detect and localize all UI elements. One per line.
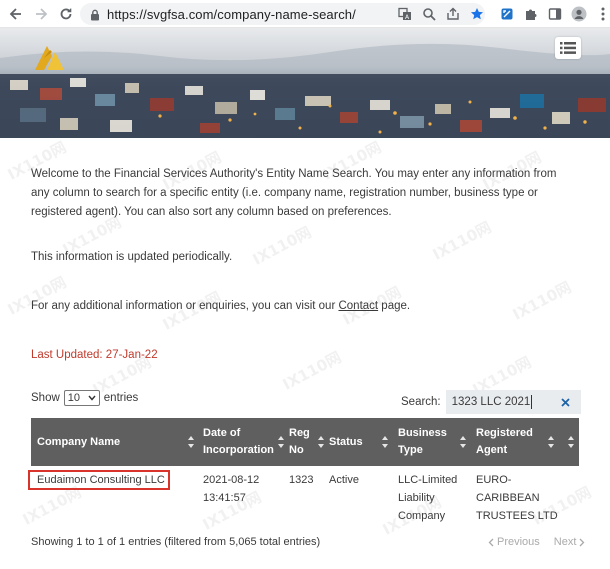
search-input-value: 1323 LLC 2021 bbox=[451, 396, 531, 408]
translate-icon[interactable]: A bbox=[396, 5, 414, 23]
highlight-box bbox=[28, 470, 170, 490]
text-caret bbox=[531, 395, 533, 409]
kebab-menu-icon[interactable] bbox=[594, 5, 610, 23]
watermark: IX110网 bbox=[509, 278, 575, 324]
bookmark-star-icon[interactable] bbox=[468, 5, 486, 23]
forward-arrow-icon[interactable] bbox=[31, 4, 51, 24]
entries-label: entries bbox=[103, 392, 139, 404]
sort-icon[interactable] bbox=[459, 435, 467, 449]
sort-icon[interactable] bbox=[567, 435, 575, 449]
column-header-registered-agent[interactable]: Registered Agent bbox=[476, 418, 546, 466]
sort-icon[interactable] bbox=[381, 435, 389, 449]
back-arrow-icon[interactable] bbox=[6, 4, 26, 24]
cell-business-type-line: Liability bbox=[398, 492, 435, 504]
sort-icon[interactable] bbox=[187, 435, 195, 449]
entries-select[interactable]: 10 bbox=[63, 390, 100, 406]
update-notice: This information is updated periodically… bbox=[31, 251, 233, 263]
hamburger-icon bbox=[560, 42, 576, 54]
chevron-down-icon bbox=[88, 395, 96, 401]
hamburger-menu-button[interactable] bbox=[555, 37, 581, 59]
browser-toolbar: https://svgfsa.com/company-name-search/ … bbox=[0, 0, 610, 28]
column-header-label: Date of Incorporation bbox=[203, 427, 274, 456]
cell-date-line-2: 13:41:57 bbox=[203, 492, 246, 504]
cell-status: Active bbox=[329, 474, 359, 486]
contact-link[interactable]: Contact bbox=[338, 300, 378, 312]
watermark: IX110网 bbox=[4, 273, 70, 319]
watermark: IX110网 bbox=[429, 218, 495, 264]
cell-agent-line: CARIBBEAN bbox=[476, 492, 540, 504]
chevron-left-icon bbox=[488, 538, 494, 546]
sort-icon[interactable] bbox=[277, 435, 285, 449]
city-skyline-image bbox=[0, 28, 610, 138]
url-text: https://svgfsa.com/company-name-search/ bbox=[107, 6, 356, 22]
next-button[interactable]: Next bbox=[554, 536, 577, 548]
intro-paragraph: Welcome to the Financial Services Author… bbox=[31, 168, 557, 218]
last-updated: Last Updated: 27-Jan-22 bbox=[31, 349, 158, 361]
zoom-icon[interactable] bbox=[420, 5, 438, 23]
column-header-label: Status bbox=[329, 435, 363, 448]
sort-icon[interactable] bbox=[547, 435, 555, 449]
previous-button[interactable]: Previous bbox=[497, 536, 540, 548]
fsa-logo[interactable] bbox=[30, 38, 70, 72]
cell-agent-line: TRUSTEES LTD bbox=[476, 510, 558, 522]
column-header-company-name[interactable]: Company Name bbox=[37, 418, 187, 466]
column-header-status[interactable]: Status bbox=[329, 418, 379, 466]
pagination: Previous Next bbox=[488, 536, 585, 548]
lock-icon bbox=[90, 8, 100, 21]
column-header-label: Company Name bbox=[37, 435, 121, 448]
watermark: IX110网 bbox=[249, 223, 315, 269]
entries-select-value: 10 bbox=[67, 392, 81, 404]
enquiry-suffix: page. bbox=[378, 300, 411, 312]
clear-search-icon[interactable] bbox=[558, 395, 572, 409]
column-header-label: Reg No bbox=[289, 427, 310, 456]
share-icon[interactable] bbox=[444, 5, 462, 23]
cell-agent-line: EURO- bbox=[476, 474, 512, 486]
table-info: Showing 1 to 1 of 1 entries (filtered fr… bbox=[31, 536, 321, 548]
entries-length-control: Show 10 entries bbox=[31, 390, 138, 406]
show-label: Show bbox=[31, 392, 60, 404]
column-header-business-type[interactable]: Business Type bbox=[398, 418, 458, 466]
cell-date-line-1: 2021-08-12 bbox=[203, 474, 260, 486]
chevron-right-icon bbox=[579, 538, 585, 546]
sort-icon[interactable] bbox=[317, 435, 325, 449]
puzzle-icon[interactable] bbox=[522, 5, 540, 23]
column-header-reg-no[interactable]: Reg No bbox=[289, 418, 319, 466]
search-label: Search: bbox=[401, 396, 441, 408]
enquiry-prefix: For any additional information or enquir… bbox=[31, 300, 339, 312]
profile-icon[interactable] bbox=[570, 5, 588, 23]
city-banner bbox=[0, 28, 610, 138]
extension-icon[interactable] bbox=[498, 5, 516, 23]
cell-business-type-line: LLC-Limited bbox=[398, 474, 458, 486]
enquiry-text: For any additional information or enquir… bbox=[31, 300, 410, 312]
table-header: Company Name Date of Incorporation Reg N… bbox=[31, 418, 579, 466]
table-search: Search: 1323 LLC 2021 bbox=[401, 390, 581, 414]
reload-icon[interactable] bbox=[56, 4, 76, 24]
column-header-label: Registered Agent bbox=[476, 427, 533, 456]
watermark: IX110网 bbox=[279, 348, 345, 394]
sidebar-icon[interactable] bbox=[546, 5, 564, 23]
cell-reg-no: 1323 bbox=[289, 474, 314, 486]
cell-business-type-line: Company bbox=[398, 510, 446, 522]
column-header-label: Business Type bbox=[398, 427, 447, 456]
column-header-date-of-incorporation[interactable]: Date of Incorporation bbox=[203, 418, 275, 466]
